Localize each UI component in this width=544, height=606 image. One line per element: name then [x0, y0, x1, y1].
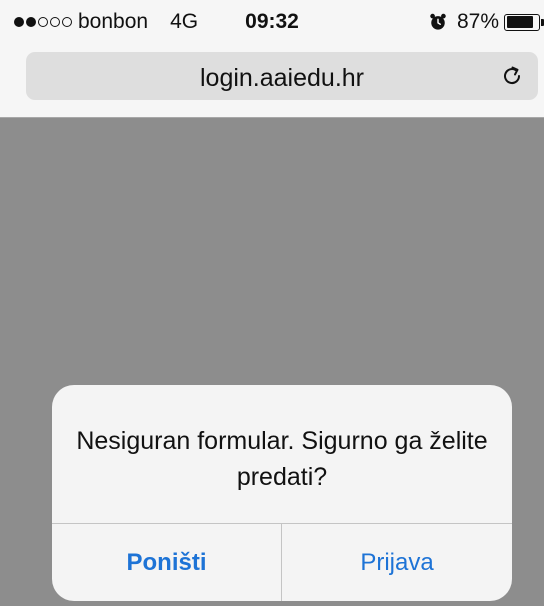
alert-dialog: Nesiguran formular. Sigurno ga želite pr…	[52, 385, 512, 601]
battery-percent: 87%	[456, 10, 499, 33]
reload-icon[interactable]	[500, 64, 524, 88]
status-bar: bonbon 4G 09:32 87%	[0, 0, 544, 42]
alert-message: Nesiguran formular. Sigurno ga želite pr…	[76, 427, 488, 491]
battery-icon	[504, 13, 544, 31]
address-bar[interactable]: login.aaiedu.hr	[26, 52, 538, 100]
status-right: 87%	[429, 10, 544, 34]
url-text[interactable]: login.aaiedu.hr	[26, 64, 538, 93]
battery-body	[504, 13, 540, 31]
browser-toolbar: login.aaiedu.hr	[0, 42, 544, 118]
battery-fill	[506, 16, 534, 28]
login-button[interactable]: Prijava	[282, 524, 512, 601]
alarm-clock-icon	[430, 13, 446, 30]
cancel-button[interactable]: Poništi	[52, 524, 281, 601]
